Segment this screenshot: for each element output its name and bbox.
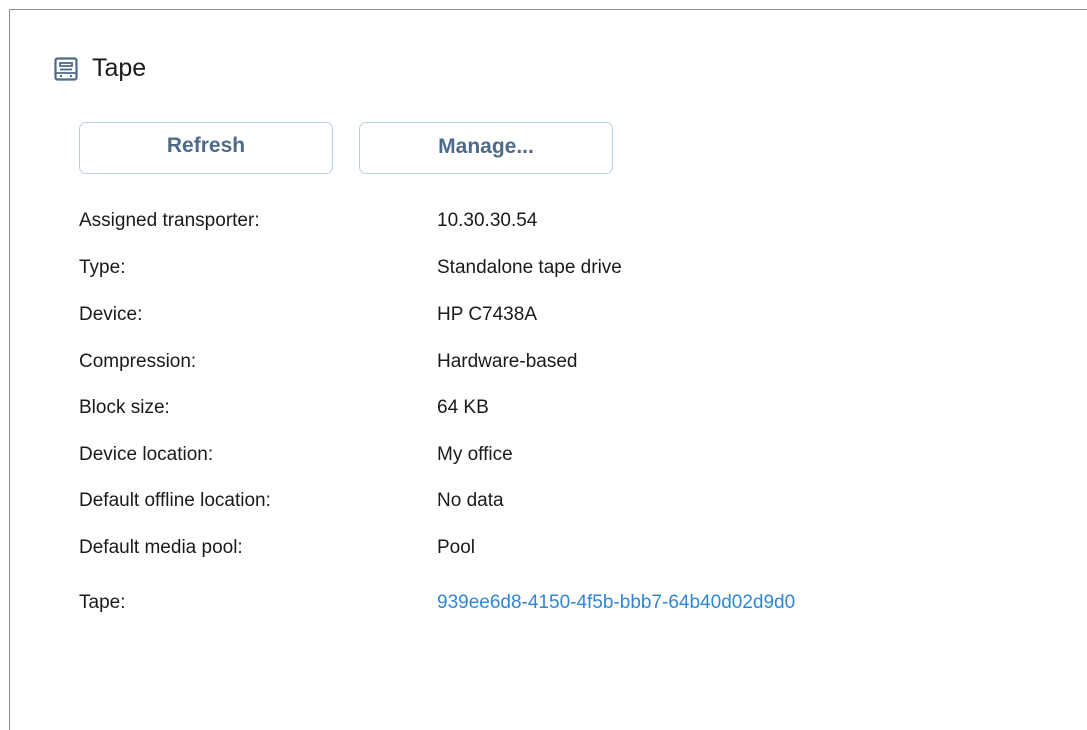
- property-value: HP C7438A: [437, 304, 537, 325]
- property-label: Type:: [79, 257, 126, 278]
- property-row-device-location: Device location: My office: [79, 444, 979, 472]
- property-value: 64 KB: [437, 397, 489, 418]
- property-value: Standalone tape drive: [437, 257, 622, 278]
- tape-details-panel: Tape Refresh Manage... Assigned transpor…: [9, 9, 1087, 730]
- property-row-compression: Compression: Hardware-based: [79, 351, 979, 379]
- property-label: Default offline location:: [79, 490, 271, 511]
- property-row-block-size: Block size: 64 KB: [79, 397, 979, 425]
- property-label: Compression:: [79, 351, 197, 372]
- property-label: Assigned transporter:: [79, 210, 260, 231]
- property-row-tape: Tape: 939ee6d8-4150-4f5b-bbb7-64b40d02d9…: [79, 592, 979, 620]
- property-row-type: Type: Standalone tape drive: [79, 257, 979, 285]
- tape-icon: [54, 56, 78, 81]
- property-value: My office: [437, 444, 513, 465]
- manage-button[interactable]: Manage...: [359, 122, 613, 174]
- property-row-assigned-transporter: Assigned transporter: 10.30.30.54: [79, 210, 979, 238]
- panel-header: Tape: [54, 54, 146, 83]
- refresh-button[interactable]: Refresh: [79, 122, 333, 174]
- property-label: Block size:: [79, 397, 170, 418]
- property-value: Hardware-based: [437, 351, 578, 372]
- property-value: 10.30.30.54: [437, 210, 538, 231]
- page-title: Tape: [92, 54, 147, 82]
- tape-id-link[interactable]: 939ee6d8-4150-4f5b-bbb7-64b40d02d9d0: [437, 592, 795, 614]
- property-value: No data: [437, 490, 504, 511]
- property-label: Tape:: [79, 592, 126, 613]
- property-label: Default media pool:: [79, 537, 243, 558]
- property-label: Device:: [79, 304, 143, 325]
- property-label: Device location:: [79, 444, 214, 465]
- property-value: Pool: [437, 537, 476, 558]
- property-row-device: Device: HP C7438A: [79, 304, 979, 332]
- property-row-default-media-pool: Default media pool: Pool: [79, 537, 979, 565]
- property-row-default-offline-location: Default offline location: No data: [79, 490, 979, 518]
